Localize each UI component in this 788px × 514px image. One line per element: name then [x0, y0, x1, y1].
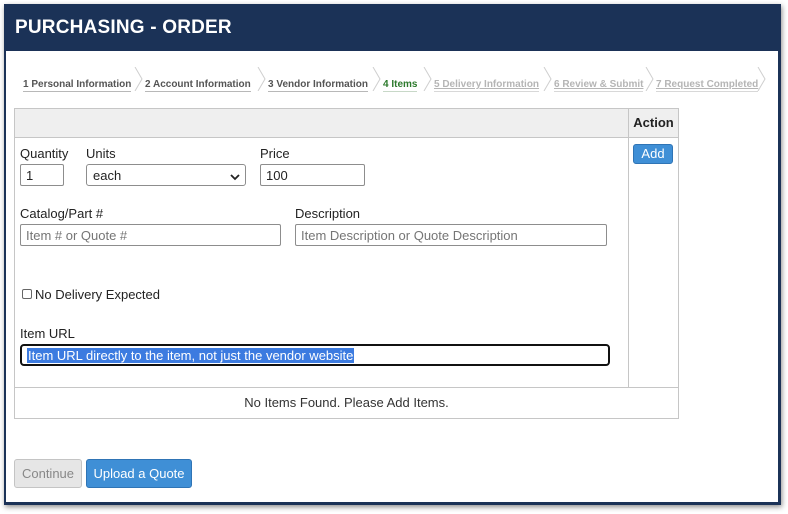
no-delivery-checkbox[interactable] [22, 289, 32, 299]
continue-button[interactable]: Continue [14, 459, 82, 488]
step-label: 7 Request Completed [656, 79, 759, 92]
items-table: Action Quantity Units each Price Catalog… [14, 108, 679, 419]
price-input[interactable] [260, 164, 365, 186]
chevron-right-icon [372, 67, 381, 91]
chevron-right-icon [543, 67, 552, 91]
description-label: Description [295, 206, 361, 221]
item-url-selected-text: Item URL directly to the item, not just … [27, 348, 355, 363]
step-label: 6 Review & Submit [554, 79, 644, 92]
step-label: 1 Personal Information [23, 79, 132, 92]
step-delivery-information[interactable]: 5 Delivery Information [432, 67, 544, 92]
upload-quote-button[interactable]: Upload a Quote [86, 459, 192, 488]
step-account-information[interactable]: 2 Account Information [143, 67, 257, 92]
chevron-down-icon [230, 170, 240, 185]
quantity-label: Quantity [20, 146, 69, 161]
description-input[interactable] [295, 224, 607, 246]
column-divider [628, 109, 629, 387]
step-label: 2 Account Information [145, 79, 251, 92]
item-url-input[interactable]: Item URL directly to the item, not just … [20, 344, 610, 366]
add-item-button[interactable]: Add [633, 144, 673, 164]
empty-items-message: No Items Found. Please Add Items. [244, 395, 449, 410]
chevron-right-icon [423, 67, 432, 91]
item-url-label: Item URL [20, 326, 75, 341]
table-header: Action [15, 109, 678, 138]
units-label: Units [86, 146, 116, 161]
step-label: 4 Items [383, 79, 418, 92]
step-items[interactable]: 4 Items [381, 67, 425, 92]
step-vendor-information[interactable]: 3 Vendor Information [266, 67, 376, 92]
chevron-right-icon [134, 67, 143, 91]
action-column-header: Action [633, 115, 674, 130]
step-label: 5 Delivery Information [434, 79, 540, 92]
chevron-right-icon [257, 67, 266, 91]
page-header: PURCHASING - ORDER [4, 4, 781, 51]
units-selected-value: each [93, 168, 122, 183]
price-label: Price [260, 146, 290, 161]
chevron-right-icon [757, 67, 766, 91]
quantity-input[interactable] [20, 164, 64, 186]
chevron-right-icon [645, 67, 654, 91]
page-title: PURCHASING - ORDER [15, 17, 232, 38]
catalog-part-input[interactable] [20, 224, 281, 246]
step-progress: 1 Personal Information 2 Account Informa… [12, 67, 778, 92]
step-label: 3 Vendor Information [268, 79, 369, 92]
units-select[interactable]: each [86, 164, 246, 186]
main-content: 1 Personal Information 2 Account Informa… [6, 51, 778, 502]
no-delivery-label: No Delivery Expected [35, 287, 160, 302]
step-personal-information[interactable]: 1 Personal Information [12, 67, 134, 92]
catalog-part-label: Catalog/Part # [20, 206, 104, 221]
step-review-submit[interactable]: 6 Review & Submit [552, 67, 648, 92]
step-request-completed[interactable]: 7 Request Completed [654, 67, 766, 92]
